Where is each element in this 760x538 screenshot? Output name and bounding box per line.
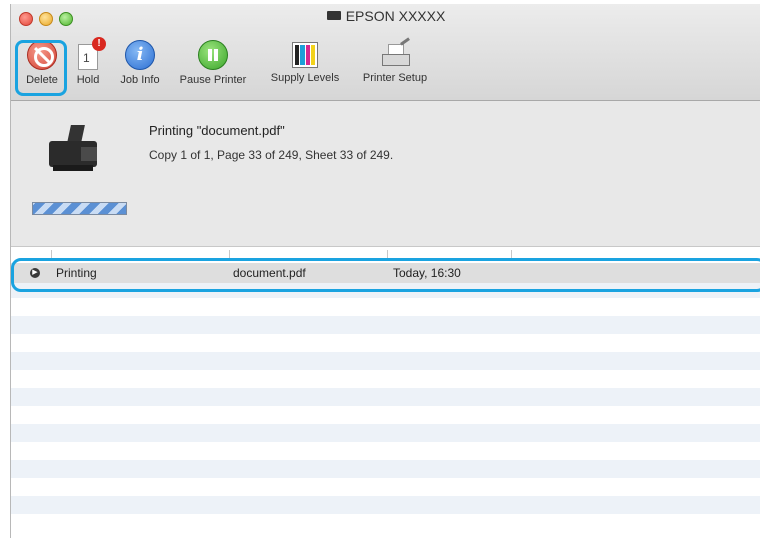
info-icon: i	[125, 40, 155, 70]
supply-levels-label: Supply Levels	[270, 72, 340, 84]
wrench-icon	[400, 37, 410, 46]
printer-setup-icon	[380, 37, 410, 68]
supply-levels-button[interactable]: Supply Levels	[259, 34, 351, 92]
title-bar: EPSON XXXXX Delete 1 ! Hold i Job Info P…	[11, 4, 760, 101]
hold-doc-number: 1	[83, 51, 90, 65]
delete-button-highlight	[15, 40, 67, 96]
ink-levels-icon	[292, 42, 318, 68]
job-status-panel: Printing "document.pdf" Copy 1 of 1, Pag…	[11, 101, 760, 246]
toolbar: Delete 1 ! Hold i Job Info Pause Printer	[11, 34, 760, 94]
printer-setup-label: Printer Setup	[362, 72, 428, 84]
printer-icon	[326, 11, 341, 20]
print-progress-bar	[32, 202, 127, 215]
hold-icon: 1 !	[78, 37, 106, 70]
hold-button[interactable]: 1 ! Hold	[71, 34, 106, 92]
ink-black	[295, 45, 300, 65]
current-job-detail: Copy 1 of 1, Page 33 of 249, Sheet 33 of…	[149, 148, 394, 162]
job-info-label: Job Info	[120, 74, 160, 86]
printer-setup-button[interactable]: Printer Setup	[353, 34, 437, 92]
ink-magenta	[305, 45, 310, 65]
pause-icon	[198, 40, 228, 70]
job-info-button[interactable]: i Job Info	[115, 34, 165, 92]
job-row-highlight	[11, 258, 760, 292]
ink-yellow	[310, 45, 315, 65]
pause-printer-button[interactable]: Pause Printer	[171, 34, 255, 92]
ink-cyan	[300, 45, 305, 65]
window-title-text: EPSON XXXXX	[345, 8, 446, 24]
pause-printer-label: Pause Printer	[179, 74, 247, 86]
window-title: EPSON XXXXX	[11, 8, 760, 24]
print-queue-window: EPSON XXXXX Delete 1 ! Hold i Job Info P…	[10, 4, 760, 538]
job-list-background	[11, 262, 760, 532]
current-job-title: Printing "document.pdf"	[149, 123, 285, 138]
alert-badge-icon: !	[92, 37, 106, 51]
hold-label: Hold	[76, 74, 100, 86]
printer-image	[45, 125, 101, 175]
